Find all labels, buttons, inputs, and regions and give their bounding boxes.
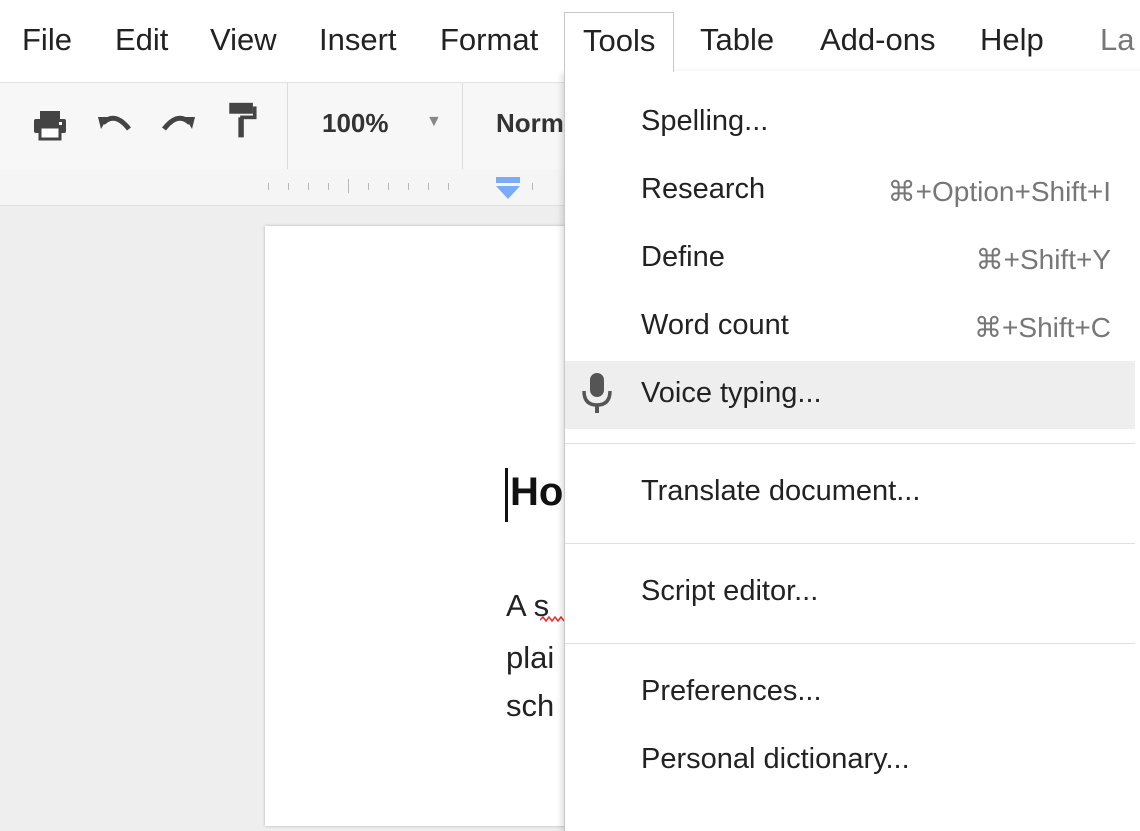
- menu-item-shortcut: ⌘+Option+Shift+I: [887, 176, 1111, 207]
- menu-item-personal-dictionary[interactable]: Personal dictionary...: [565, 729, 1135, 793]
- ruler-tick: [328, 183, 329, 190]
- menu-item-word-count[interactable]: Word count ⌘+Shift+C: [565, 295, 1135, 359]
- zoom-caret-icon[interactable]: ▼: [426, 113, 442, 131]
- ruler-tick: [532, 183, 533, 190]
- toolbar-separator: [462, 83, 463, 169]
- paint-format-icon[interactable]: [222, 101, 262, 141]
- undo-icon[interactable]: [95, 105, 135, 145]
- menu-view[interactable]: View: [210, 20, 277, 60]
- ruler-tick: [308, 183, 309, 190]
- menu-item-label: Define: [641, 241, 725, 273]
- menu-item-shortcut: ⌘+Shift+Y: [975, 244, 1111, 275]
- ruler-tick: [428, 183, 429, 190]
- menu-item-label: Spelling...: [641, 105, 769, 137]
- menu-table[interactable]: Table: [700, 20, 774, 60]
- menu-item-script-editor[interactable]: Script editor...: [565, 561, 1135, 625]
- menu-item-label: Research: [641, 173, 766, 205]
- menu-item-preferences[interactable]: Preferences...: [565, 661, 1135, 725]
- ruler-tick: [388, 183, 389, 190]
- menu-separator: [565, 643, 1135, 644]
- document-heading[interactable]: Ho: [510, 470, 563, 515]
- redo-icon[interactable]: [158, 105, 198, 145]
- ruler-tick: [368, 183, 369, 190]
- ruler-tick: [348, 179, 349, 193]
- menu-add-ons[interactable]: Add-ons: [820, 20, 935, 60]
- print-icon[interactable]: [30, 105, 70, 145]
- document-line[interactable]: plai: [506, 640, 554, 676]
- menu-item-shortcut: ⌘+Shift+C: [974, 312, 1111, 343]
- indent-marker-icon[interactable]: [494, 177, 522, 201]
- menu-item-voice-typing[interactable]: Voice typing...: [565, 361, 1135, 429]
- ruler-tick: [408, 183, 409, 190]
- toolbar-separator: [287, 83, 288, 169]
- menu-separator: [565, 443, 1135, 444]
- ruler-tick: [288, 183, 289, 190]
- menu-item-label: Personal dictionary...: [641, 743, 910, 775]
- menu-item-research[interactable]: Research ⌘+Option+Shift+I: [565, 159, 1135, 223]
- zoom-select[interactable]: 100%: [322, 108, 389, 139]
- tools-menu: Spelling... Research ⌘+Option+Shift+I De…: [564, 71, 1140, 831]
- microphone-icon: [582, 373, 612, 413]
- ruler-tick: [268, 183, 269, 190]
- menu-help[interactable]: Help: [980, 20, 1044, 60]
- menu-item-label: Word count: [641, 309, 789, 341]
- menu-bar: File Edit View Insert Format Tools Table…: [0, 0, 1140, 82]
- text-cursor: [505, 468, 508, 522]
- menu-file[interactable]: File: [22, 20, 72, 60]
- menu-item-spelling[interactable]: Spelling...: [565, 91, 1135, 155]
- document-line[interactable]: sch: [506, 688, 554, 724]
- ruler-tick: [448, 183, 449, 190]
- menu-item-label: Voice typing...: [641, 377, 822, 409]
- menu-separator: [565, 543, 1135, 544]
- menu-item-label: Preferences...: [641, 675, 822, 707]
- menu-format[interactable]: Format: [440, 20, 538, 60]
- paragraph-style-select[interactable]: Norm: [496, 108, 564, 139]
- spelling-underline: [540, 616, 565, 623]
- menu-item-translate-document[interactable]: Translate document...: [565, 461, 1135, 525]
- menu-last-edit[interactable]: La: [1100, 20, 1134, 60]
- menu-item-define[interactable]: Define ⌘+Shift+Y: [565, 227, 1135, 291]
- menu-item-label: Translate document...: [641, 475, 921, 507]
- menu-item-label: Script editor...: [641, 575, 819, 607]
- menu-edit[interactable]: Edit: [115, 20, 168, 60]
- menu-tools[interactable]: Tools: [564, 12, 675, 72]
- menu-insert[interactable]: Insert: [319, 20, 397, 60]
